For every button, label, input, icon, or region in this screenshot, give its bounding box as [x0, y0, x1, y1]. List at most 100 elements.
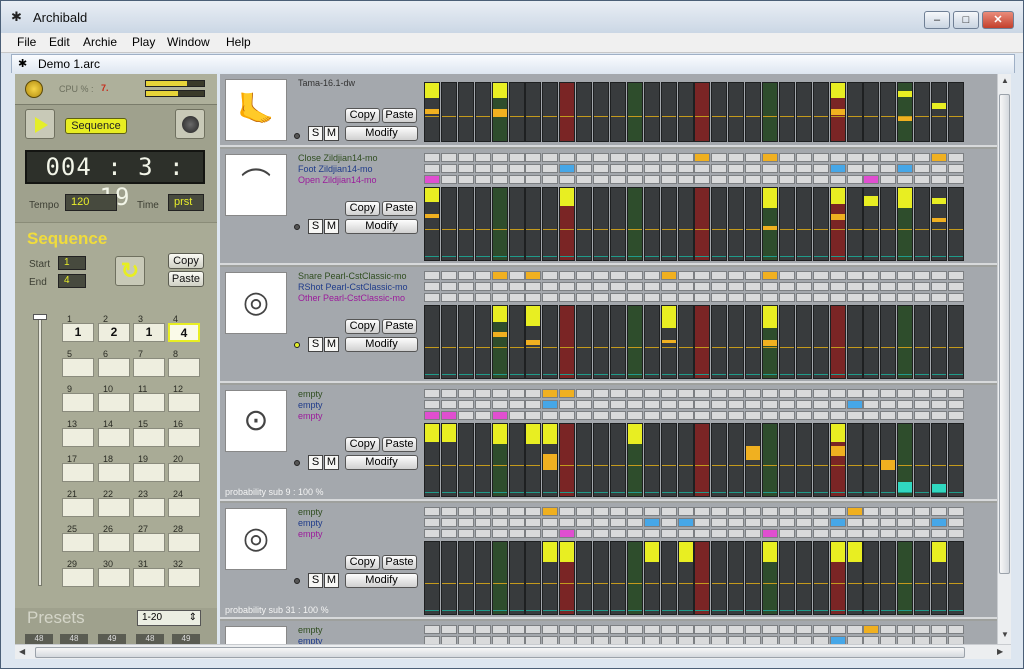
sub-step-cell[interactable] — [931, 153, 947, 162]
sub-step-cell[interactable] — [440, 529, 457, 538]
sub-step-cell[interactable] — [559, 282, 576, 291]
sub-step-cell[interactable] — [795, 411, 812, 420]
sub-step-cell[interactable] — [508, 282, 525, 291]
sub-step-cell[interactable] — [728, 507, 745, 516]
sub-step-cell[interactable] — [846, 636, 863, 644]
step-cell[interactable] — [542, 423, 559, 497]
sub-step-cell[interactable] — [677, 625, 694, 634]
step-cell[interactable] — [778, 423, 795, 497]
menu-play[interactable]: Play — [132, 35, 155, 49]
sub-step-cell[interactable] — [745, 175, 762, 184]
sub-step-cell[interactable] — [846, 507, 863, 516]
sub-step-cell[interactable] — [762, 636, 778, 644]
sub-step-cell[interactable] — [947, 507, 964, 516]
sub-step-cell[interactable] — [694, 529, 711, 538]
sub-step-cell[interactable] — [609, 153, 626, 162]
step-cell[interactable] — [914, 305, 931, 379]
sub-step-cell[interactable] — [694, 153, 711, 162]
sub-step-cell[interactable] — [795, 507, 812, 516]
step-cell[interactable] — [491, 541, 508, 615]
sub-step-cell[interactable] — [440, 389, 457, 398]
step-cell[interactable] — [660, 305, 677, 379]
sub-step-cell[interactable] — [728, 175, 745, 184]
sub-step-cell[interactable] — [711, 529, 728, 538]
sub-step-cell[interactable] — [795, 625, 812, 634]
sub-step-cell[interactable] — [914, 625, 931, 634]
sub-step-cell[interactable] — [491, 389, 508, 398]
sub-step-cell[interactable] — [897, 389, 914, 398]
step-cell[interactable] — [508, 423, 525, 497]
sub-step-cell[interactable] — [457, 175, 474, 184]
sub-step-cell[interactable] — [576, 164, 593, 173]
sub-step-cell[interactable] — [745, 400, 762, 409]
instrument-name[interactable]: empty — [298, 529, 418, 540]
sub-step-cell[interactable] — [626, 164, 643, 173]
sub-step-cell[interactable] — [711, 164, 728, 173]
track-active-indicator[interactable] — [294, 578, 300, 584]
pattern-slot[interactable] — [98, 428, 130, 447]
step-cell[interactable] — [559, 423, 576, 497]
sub-step-cell[interactable] — [491, 153, 508, 162]
sub-step-cell[interactable] — [457, 282, 474, 291]
sub-step-cell[interactable] — [593, 164, 609, 173]
sub-step-cell[interactable] — [812, 507, 829, 516]
sub-step-cell[interactable] — [440, 175, 457, 184]
sub-step-cell[interactable] — [660, 518, 677, 527]
step-cell[interactable] — [440, 82, 457, 142]
sub-step-cell[interactable] — [542, 400, 559, 409]
sub-step-cell[interactable] — [593, 175, 609, 184]
sub-step-cell[interactable] — [711, 636, 728, 644]
sub-step-cell[interactable] — [576, 293, 593, 302]
sub-step-cell[interactable] — [947, 411, 964, 420]
sub-step-cell[interactable] — [694, 400, 711, 409]
step-cell[interactable] — [795, 305, 812, 379]
scroll-up-icon[interactable]: ▲ — [1001, 76, 1009, 85]
sub-step-cell[interactable] — [677, 293, 694, 302]
sub-step-cell[interactable] — [609, 282, 626, 291]
step-cell[interactable] — [508, 187, 525, 261]
track-modify-button[interactable]: Modify — [345, 337, 418, 352]
sub-step-cell[interactable] — [694, 625, 711, 634]
sub-step-cell[interactable] — [897, 636, 914, 644]
sub-step-cell[interactable] — [931, 518, 947, 527]
sub-step-cell[interactable] — [863, 175, 880, 184]
sub-step-cell[interactable] — [440, 153, 457, 162]
sub-step-cell[interactable] — [931, 411, 947, 420]
step-cell[interactable] — [457, 305, 474, 379]
step-cell[interactable] — [508, 82, 525, 142]
sub-step-cell[interactable] — [778, 389, 795, 398]
step-cell[interactable] — [424, 187, 440, 261]
step-cell[interactable] — [559, 187, 576, 261]
instrument-name[interactable]: Tama-16.1-dw — [298, 78, 418, 89]
step-cell[interactable] — [609, 541, 626, 615]
sub-step-cell[interactable] — [508, 507, 525, 516]
sub-step-cell[interactable] — [643, 389, 660, 398]
sub-step-cell[interactable] — [508, 164, 525, 173]
step-cell[interactable] — [728, 541, 745, 615]
sub-step-cell[interactable] — [457, 636, 474, 644]
sub-step-cell[interactable] — [778, 400, 795, 409]
sub-step-cell[interactable] — [863, 518, 880, 527]
sub-step-cell[interactable] — [542, 293, 559, 302]
tempo-field[interactable]: 120 — [65, 194, 117, 211]
sub-step-cell[interactable] — [795, 153, 812, 162]
scroll-left-icon[interactable]: ◀ — [19, 647, 25, 656]
step-cell[interactable] — [914, 82, 931, 142]
pattern-slot[interactable] — [62, 393, 94, 412]
sub-step-cell[interactable] — [576, 636, 593, 644]
sub-step-cell[interactable] — [694, 282, 711, 291]
sub-step-cell[interactable] — [947, 636, 964, 644]
step-cell[interactable] — [576, 82, 593, 142]
sub-step-cell[interactable] — [947, 400, 964, 409]
sub-step-cell[interactable] — [745, 271, 762, 280]
step-cell[interactable] — [846, 187, 863, 261]
sub-step-cell[interactable] — [728, 400, 745, 409]
sub-step-cell[interactable] — [491, 411, 508, 420]
sub-step-cell[interactable] — [863, 293, 880, 302]
sub-step-cell[interactable] — [593, 282, 609, 291]
sub-step-cell[interactable] — [745, 507, 762, 516]
sub-step-cell[interactable] — [931, 389, 947, 398]
master-knob[interactable] — [25, 80, 43, 98]
sub-step-cell[interactable] — [440, 271, 457, 280]
sub-step-cell[interactable] — [457, 411, 474, 420]
